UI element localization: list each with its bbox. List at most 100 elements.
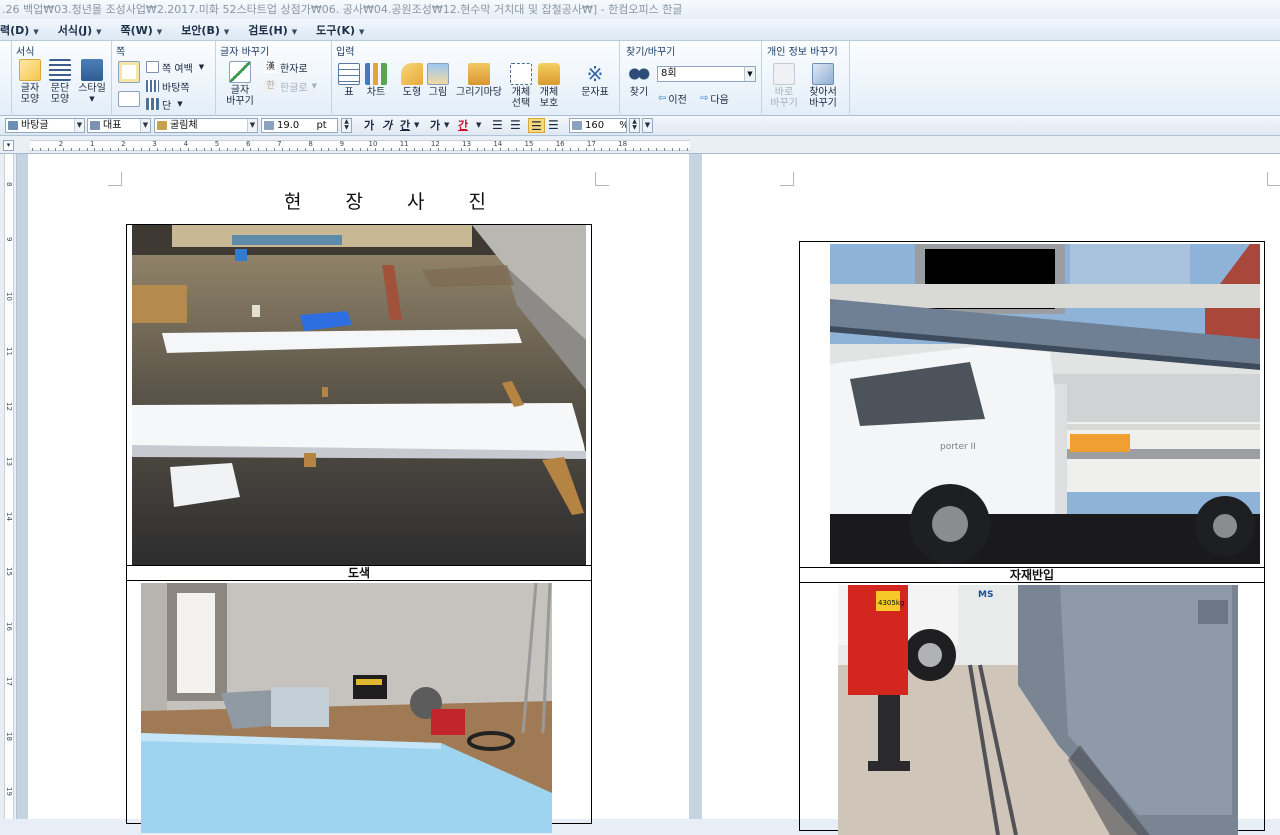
ribbon-group-page: 쪽 쪽 여백 ▼ 바탕쪽 단 ▼ [112, 41, 216, 116]
margin-corner-mark [595, 172, 609, 186]
page-margin-label: 쪽 여백 [162, 63, 193, 75]
vertical-ruler-tick-label: 11 [5, 347, 13, 356]
ruler-tick-mark [242, 148, 244, 151]
find-dropdown-icon[interactable]: ▼ [744, 67, 755, 81]
page-setup-button[interactable] [118, 61, 140, 85]
font-select[interactable]: 굴림체 ▼ [154, 118, 258, 133]
find-next-button[interactable]: ⇨ 다음 [700, 90, 729, 106]
ruler-tick-mark [63, 148, 65, 151]
ruler-tick-label: 16 [555, 140, 565, 148]
picture-button[interactable]: 그림 [426, 63, 450, 98]
photo-workshop[interactable] [141, 583, 552, 833]
language-select[interactable]: 대표 ▼ [87, 118, 151, 133]
find-prev-button[interactable]: ⇦ 이전 [658, 90, 687, 106]
background-page-icon [146, 80, 159, 92]
menu-page[interactable]: 쪽(W) ▼ [120, 22, 171, 38]
column-button[interactable]: 단 ▼ [146, 96, 183, 112]
search-replace-button[interactable]: 찾아서 바꾸기 [804, 63, 842, 109]
char-shape-icon [19, 59, 41, 81]
chart-button[interactable]: 차트 [364, 63, 388, 98]
object-select-button[interactable]: 개체 선택 [508, 63, 534, 109]
find-button[interactable]: 찾기 [626, 63, 652, 98]
object-protect-button[interactable]: 개체 보호 [536, 63, 562, 109]
align-left-icon[interactable]: ☰ [510, 118, 521, 133]
char-map-label: 문자표 [581, 87, 609, 98]
shape-button[interactable]: 도형 [400, 63, 424, 98]
instant-replace-button[interactable]: 바로 바꾸기 [768, 63, 800, 109]
vertical-ruler[interactable]: 8 9 10 11 12 13 14 15 16 17 18 19 [0, 154, 17, 819]
ruler-tick-mark [312, 148, 314, 151]
ruler-tick-mark [149, 148, 150, 151]
table-button[interactable]: 표 [338, 63, 360, 98]
ruler-tick-mark [406, 148, 408, 151]
photo-truck[interactable]: porter II [830, 244, 1260, 564]
vertical-ruler-tick-label: 12 [5, 402, 13, 411]
ruler-toggle-icon[interactable]: ▾ [3, 140, 14, 151]
char-map-icon: ※ [586, 62, 604, 86]
zoom-input[interactable]: 160 % [569, 118, 627, 133]
char-map-button[interactable]: ※ 문자표 [578, 63, 612, 98]
menu-security[interactable]: 보안(B) ▼ [181, 22, 238, 38]
photo-table-right[interactable]: porter II 자재반입 4305kg MS [799, 241, 1265, 835]
hanja-icon: 漢 [264, 61, 277, 73]
ruler-tick-mark [141, 148, 143, 151]
align-justify-icon[interactable]: ☰ [492, 118, 503, 133]
caption-painting: 도색 [127, 565, 591, 581]
menu-tools[interactable]: 도구(K) ▼ [316, 22, 373, 38]
ruler-tick-mark [562, 148, 564, 151]
ruler-tick-mark [180, 148, 182, 151]
ruler-tick-mark [531, 148, 533, 151]
style-select[interactable]: 바탕글 ▼ [5, 118, 85, 133]
group-title-privacy: 개인 정보 바꾸기 [767, 47, 838, 58]
align-center-icon[interactable]: ☰ [528, 118, 545, 133]
ruler-tick-label: 4 [183, 140, 189, 148]
ruler-tick-mark [320, 148, 322, 151]
page-margin-icon [146, 61, 159, 73]
ruler-tick-label: 7 [277, 140, 282, 148]
bold-button[interactable]: 가 [364, 118, 374, 133]
align-right-icon[interactable]: ☰ [548, 118, 559, 133]
draw-market-button[interactable]: 그리기마당 [452, 63, 506, 98]
menu-format[interactable]: 서식(J) ▼ [58, 22, 111, 38]
font-size-input[interactable]: 19.0 pt [261, 118, 338, 133]
ruler-tick-mark [289, 148, 291, 151]
photo-crane[interactable]: 4305kg MS [838, 585, 1238, 835]
char-replace-button[interactable]: 글자 바꾸기 [222, 61, 258, 107]
find-input[interactable]: 8회 ▼ [657, 66, 756, 82]
style-button[interactable]: 스타일 ▼ [76, 59, 108, 105]
para-shape-button[interactable]: 문단 모양 [46, 59, 74, 105]
font-size-icon [264, 121, 274, 130]
strike-button[interactable]: 가 [430, 118, 440, 133]
underline-button[interactable]: 간 [400, 118, 410, 133]
ruler-tick-mark [172, 148, 174, 151]
vertical-ruler-tick-label: 9 [5, 237, 13, 242]
char-shape-button[interactable]: 글자 모양 [16, 59, 44, 105]
object-select-icon [510, 63, 532, 85]
underline-dropdown-icon[interactable]: ▼ [414, 118, 419, 133]
lock-icon [538, 63, 560, 85]
photo-table-left[interactable]: 도색 [126, 224, 592, 833]
to-hangul-button[interactable]: 한 한글로 ▼ [264, 78, 317, 94]
font-color-button[interactable]: 간 [458, 118, 468, 133]
menu-input[interactable]: 력(D) ▼ [0, 22, 48, 38]
vertical-ruler-tick-label: 16 [5, 622, 13, 631]
zoom-dropdown-icon[interactable]: ▼ [642, 118, 653, 133]
document-workspace[interactable]: 현 장 사 진 도색 porter II 자재반입 4305kg MS [17, 154, 1280, 835]
page-margin-button[interactable]: 쪽 여백 ▼ [146, 59, 204, 75]
italic-button[interactable]: 가 [382, 118, 392, 133]
menu-review[interactable]: 검토(H) ▼ [248, 22, 306, 38]
background-page-button[interactable]: 바탕쪽 [146, 78, 190, 94]
to-hanja-button[interactable]: 漢 한자로 [264, 59, 308, 75]
page-layout-button[interactable] [118, 91, 140, 109]
font-color-dropdown-icon[interactable]: ▼ [476, 118, 481, 133]
font-size-spinner[interactable]: ▲ ▼ [341, 118, 352, 133]
page-right[interactable]: porter II 자재반입 4305kg MS [702, 154, 1280, 835]
ribbon-toolbar: 서식 글자 모양 문단 모양 스타일 ▼ 쪽 쪽 여백 ▼ 바탕쪽 단 ▼ 글자… [0, 41, 1280, 116]
page-left[interactable]: 현 장 사 진 도색 [28, 154, 689, 833]
window-title: .26 백업₩03.청년몰 조성사업₩2.2017.미화 52스타트업 상점가₩… [0, 0, 1280, 19]
column-label: 단 [162, 100, 172, 112]
photo-painting[interactable] [132, 225, 586, 565]
horizontal-ruler[interactable]: ▾ 2 1 2 3 4 5 6 7 8 9 10 11 12 13 14 15 16 17 18 [0, 137, 1280, 154]
strike-dropdown-icon[interactable]: ▼ [444, 118, 449, 133]
zoom-spinner[interactable]: ▲ ▼ [629, 118, 640, 133]
